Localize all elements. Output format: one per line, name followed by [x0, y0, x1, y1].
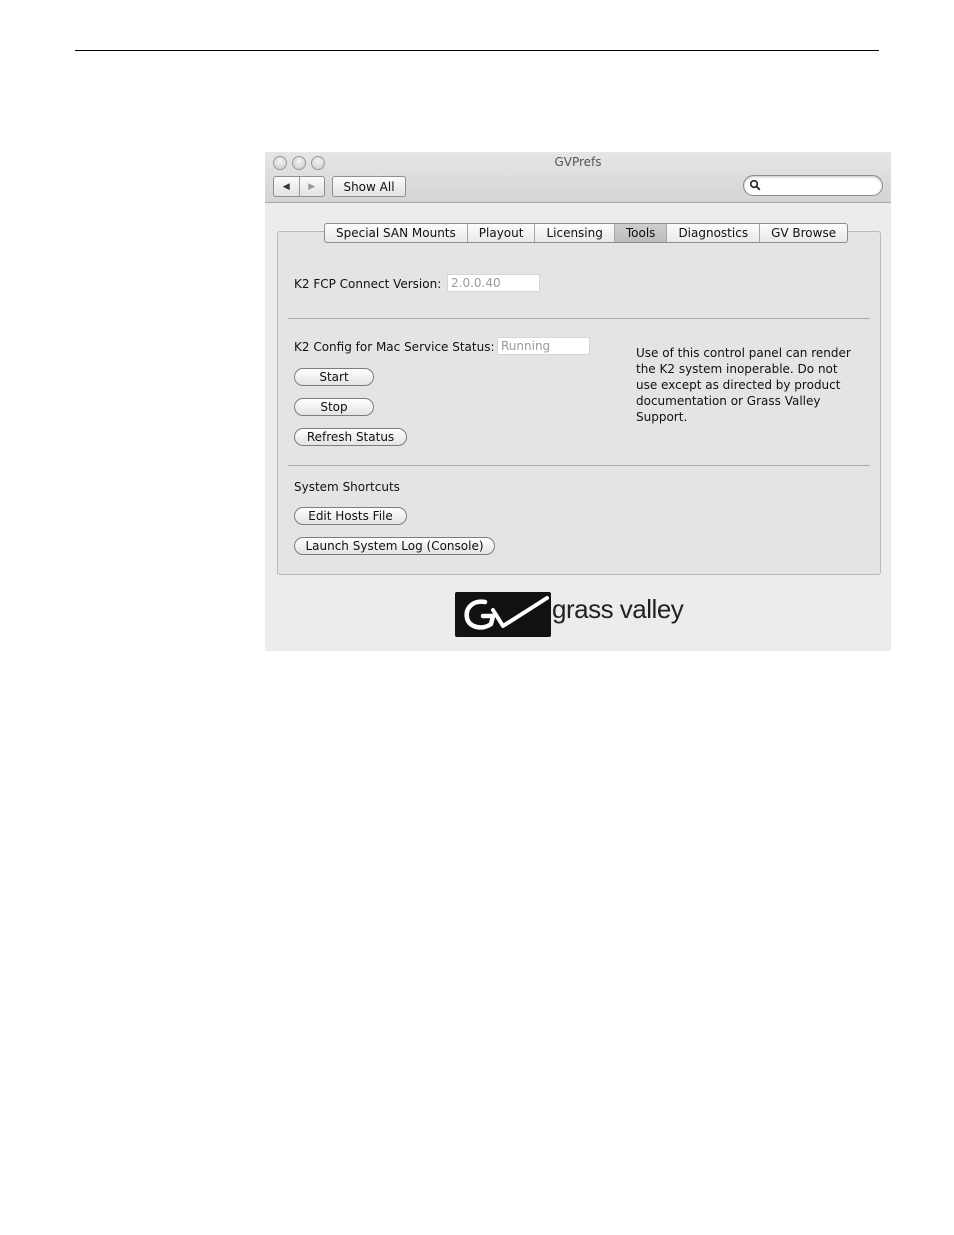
- start-button[interactable]: Start: [294, 368, 374, 386]
- tab-licensing[interactable]: Licensing: [534, 224, 613, 242]
- tab-bar: Special SAN Mounts Playout Licensing Too…: [324, 223, 849, 243]
- tab-gv-browse[interactable]: GV Browse: [759, 224, 847, 242]
- grass-valley-logo: grass valley: [455, 592, 705, 638]
- search-field[interactable]: [743, 175, 883, 196]
- search-input[interactable]: [764, 177, 878, 194]
- logo-wordmark: grass valley: [552, 594, 684, 624]
- service-status-label: K2 Config for Mac Service Status:: [294, 340, 495, 354]
- back-icon[interactable]: ◀: [274, 177, 299, 196]
- separator: [288, 318, 870, 319]
- title-bar: GVPrefs ◀ ▶ Show All: [265, 152, 891, 203]
- tab-playout[interactable]: Playout: [466, 224, 535, 242]
- fcp-version-label: K2 FCP Connect Version:: [294, 277, 442, 291]
- tab-tools[interactable]: Tools: [613, 224, 667, 242]
- launch-system-log-button[interactable]: Launch System Log (Console): [294, 537, 495, 555]
- search-icon: [749, 179, 761, 191]
- fcp-version-field: 2.0.0.40: [447, 274, 540, 292]
- stop-button[interactable]: Stop: [294, 398, 374, 416]
- system-shortcuts-heading: System Shortcuts: [294, 480, 400, 494]
- edit-hosts-file-button[interactable]: Edit Hosts File: [294, 507, 407, 525]
- service-status-field: Running: [497, 337, 590, 355]
- window-title: GVPrefs: [554, 155, 602, 169]
- gvprefs-window: GVPrefs ◀ ▶ Show All Special SAN Mounts …: [265, 152, 891, 651]
- separator: [288, 465, 870, 466]
- page-header-rule: [75, 50, 879, 51]
- nav-buttons: ◀ ▶: [273, 176, 325, 197]
- warning-text: Use of this control panel can render the…: [636, 346, 851, 424]
- forward-icon[interactable]: ▶: [298, 177, 325, 196]
- show-all-button[interactable]: Show All: [332, 176, 406, 197]
- tab-diagnostics[interactable]: Diagnostics: [666, 224, 759, 242]
- gv-logo-icon: [455, 592, 551, 637]
- refresh-status-button[interactable]: Refresh Status: [294, 428, 407, 446]
- tab-special-san-mounts[interactable]: Special SAN Mounts: [325, 224, 467, 242]
